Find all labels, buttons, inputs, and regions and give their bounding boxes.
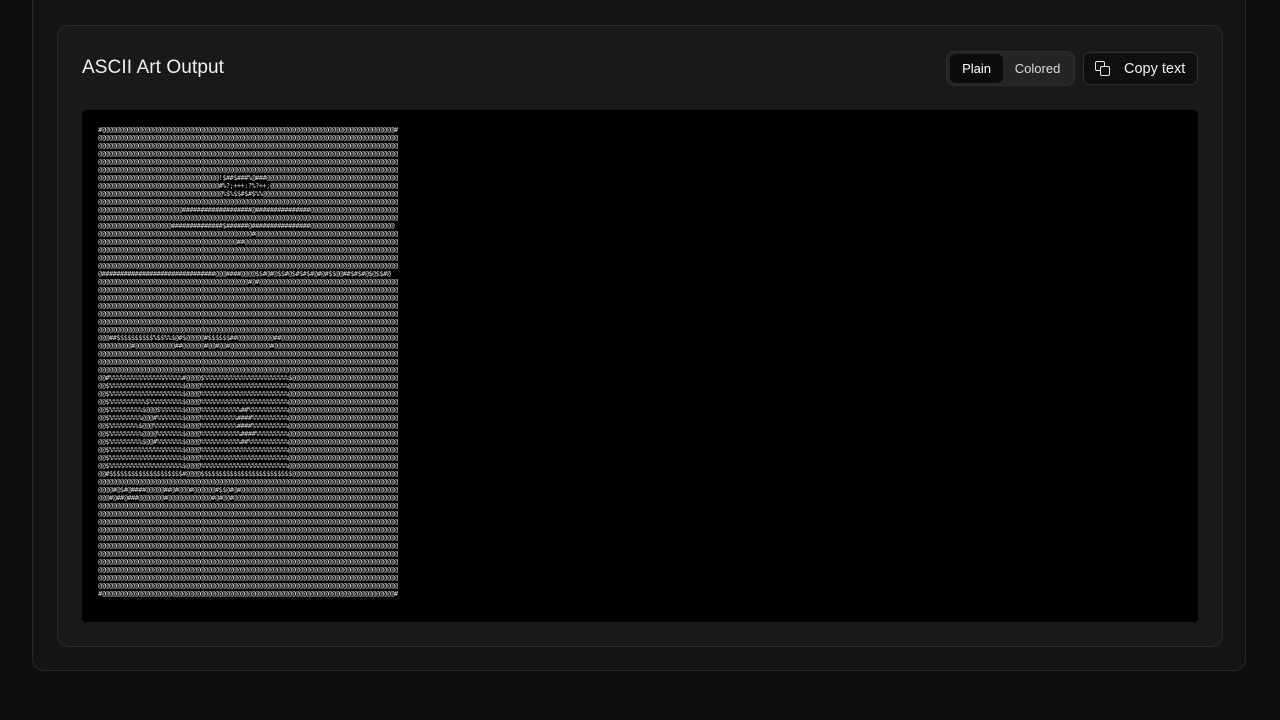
copy-text-button[interactable]: Copy text: [1083, 52, 1198, 85]
ascii-art-text: #@@@@@@@@@@@@@@@@@@@@@@@@@@@@@@@@@@@@@@@…: [98, 126, 398, 598]
card-title: ASCII Art Output: [82, 57, 225, 78]
copy-icon: [1095, 60, 1111, 77]
copy-button-label: Copy text: [1124, 60, 1186, 77]
plain-mode-button[interactable]: Plain: [950, 54, 1004, 83]
colored-mode-button[interactable]: Colored: [1004, 54, 1071, 83]
ascii-output-card: ASCII Art Output Plain Colored Copy text…: [57, 25, 1223, 647]
output-mode-toggle: Plain Colored: [946, 51, 1075, 86]
ascii-output-area[interactable]: #@@@@@@@@@@@@@@@@@@@@@@@@@@@@@@@@@@@@@@@…: [82, 110, 1198, 622]
